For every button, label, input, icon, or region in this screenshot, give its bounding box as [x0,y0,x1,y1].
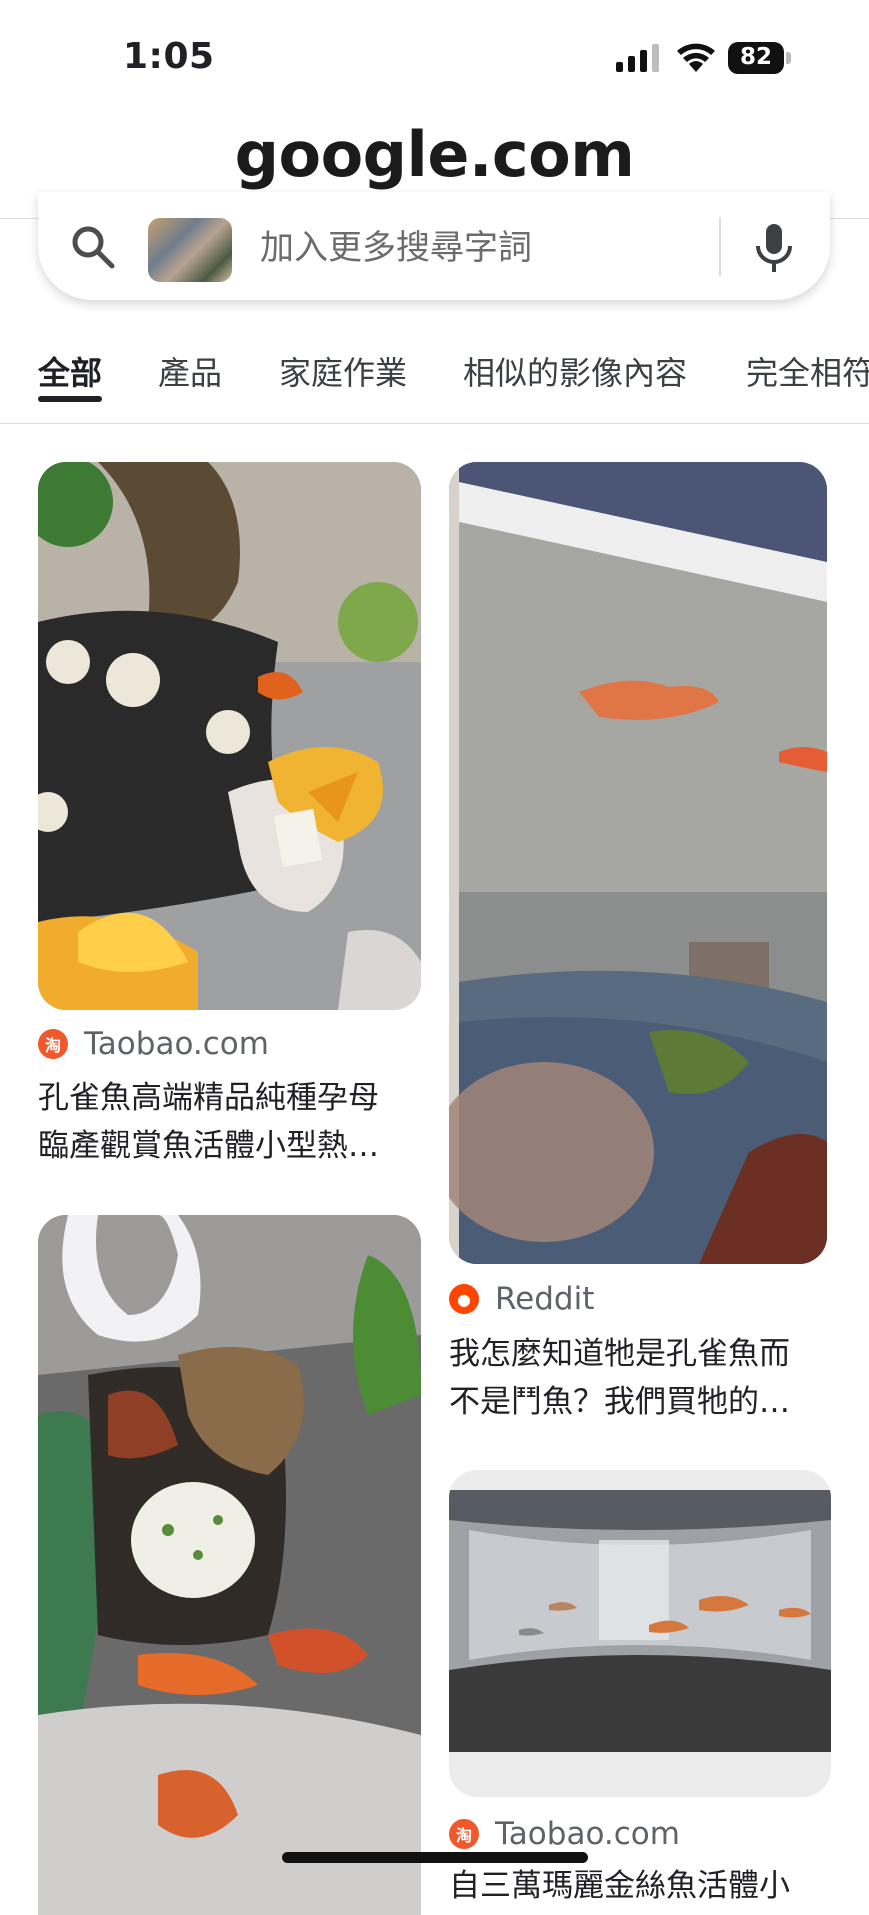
reddit-icon: ● [449,1284,479,1314]
result-title[interactable]: 孔雀魚高端精品純種孕母 臨產觀賞魚活體小型熱… [38,1074,421,1170]
taobao-icon: 淘 [449,1819,479,1849]
search-icon[interactable] [70,224,116,270]
result-image[interactable] [38,1215,421,1915]
battery-level: 82 [739,44,772,70]
active-tab-indicator [38,396,102,402]
divider [0,423,869,424]
address-bar-url[interactable]: google.com [0,118,869,191]
search-input[interactable] [258,222,732,274]
divider [719,218,721,276]
clock: 1:05 [123,36,215,77]
wifi-icon [677,43,715,72]
search-box[interactable] [38,192,830,300]
filter-tabs: 全部 產品 家庭作業 相似的影像內容 完全相符 [0,330,869,422]
result-title-line: 我怎麼知道牠是孔雀魚而 [449,1336,790,1372]
taobao-icon: 淘 [38,1029,68,1059]
battery-icon: 82 [728,42,794,74]
result-title-line: 孔雀魚高端精品純種孕母 [38,1080,379,1116]
microphone-icon[interactable] [752,222,796,274]
source-name: Reddit [495,1281,595,1317]
source-name: Taobao.com [495,1816,680,1852]
result-image[interactable] [449,462,827,1264]
result-image[interactable] [38,462,421,1010]
cellular-signal-icon [616,44,659,72]
tab-products[interactable]: 產品 [158,348,222,394]
result-source[interactable]: 淘 Taobao.com [38,1026,269,1062]
query-image-thumbnail[interactable] [148,218,232,282]
result-source[interactable]: ● Reddit [449,1281,594,1317]
tab-exact-matches[interactable]: 完全相符 [746,348,869,394]
result-title-line: 臨產觀賞魚活體小型熱… [38,1128,379,1164]
tab-all[interactable]: 全部 [38,348,102,394]
result-title-line: 自三萬瑪麗金絲魚活體小 [449,1868,790,1904]
tab-visual-matches[interactable]: 相似的影像內容 [463,348,687,394]
result-source[interactable]: 淘 Taobao.com [449,1816,680,1852]
result-title[interactable]: 我怎麼知道牠是孔雀魚而 不是鬥魚？我們買牠的… [449,1330,829,1426]
status-bar: 1:05 82 [0,0,869,110]
home-indicator[interactable] [282,1852,588,1863]
result-image[interactable] [449,1470,831,1797]
tab-homework[interactable]: 家庭作業 [279,348,407,394]
result-title-line: 不是鬥魚？我們買牠的… [449,1384,790,1420]
source-name: Taobao.com [84,1026,269,1062]
result-title[interactable]: 自三萬瑪麗金絲魚活體小 [449,1862,831,1910]
